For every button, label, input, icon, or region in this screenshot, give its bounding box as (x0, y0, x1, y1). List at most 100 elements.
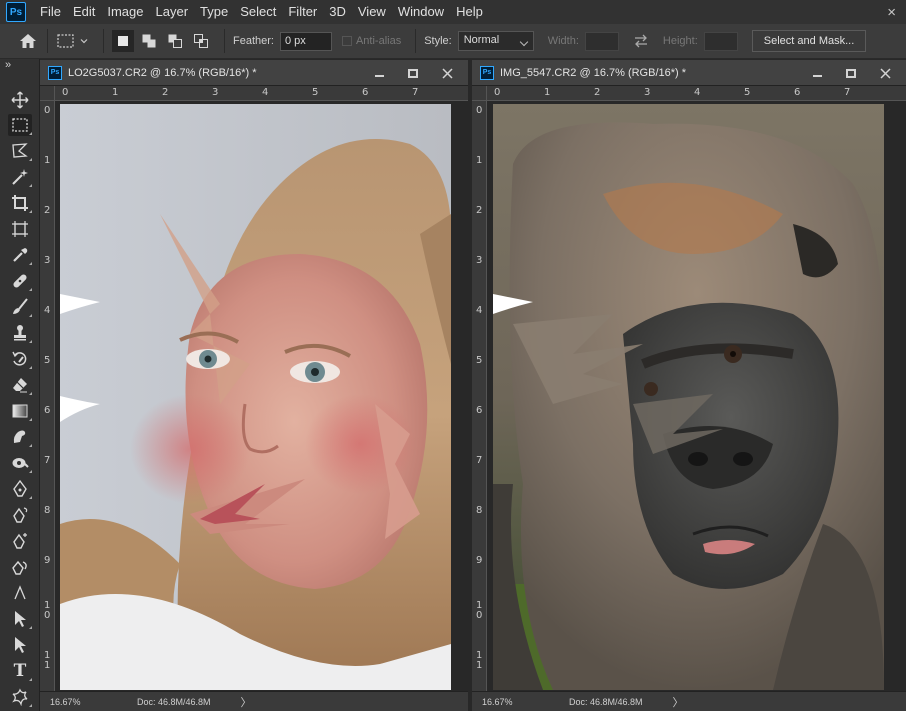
tool-flyout-indicator (29, 418, 32, 421)
intersect-selection-button[interactable] (190, 30, 212, 52)
antialias-checkbox[interactable]: Anti-alias (341, 35, 407, 47)
vertical-ruler[interactable]: 0 1 2 3 4 5 6 7 8 9 1 0 1 1 (472, 101, 487, 691)
antialias-label: Anti-alias (355, 35, 402, 47)
path-selection-tool[interactable] (8, 608, 32, 630)
ruler-origin[interactable] (40, 86, 55, 101)
ruler-label: 0 (476, 105, 483, 116)
lasso-tool[interactable] (8, 140, 32, 162)
rectangular-marquee-tool[interactable] (8, 114, 32, 136)
collapse-panel-button[interactable]: » (5, 59, 11, 71)
eyedropper-icon (13, 248, 28, 262)
minimize-icon (812, 74, 822, 77)
document-window-gorilla[interactable]: Ps IMG_5547.CR2 @ 16.7% (RGB/16*) * 0 1 … (472, 60, 906, 711)
convert-point-tool[interactable] (8, 582, 32, 604)
frame-icon (12, 221, 28, 237)
eraser-tool[interactable] (8, 374, 32, 396)
shape-tool[interactable] (8, 686, 32, 708)
curvature-pen-tool[interactable] (8, 530, 32, 552)
subtract-from-selection-button[interactable] (164, 30, 186, 52)
width-label: Width: (547, 35, 579, 47)
gradient-tool[interactable] (8, 400, 32, 422)
close-button[interactable] (874, 65, 896, 81)
select-and-mask-button[interactable]: Select and Mask... (751, 30, 867, 52)
intersect-selection-icon (194, 34, 208, 48)
move-tool[interactable] (8, 89, 32, 111)
menu-type[interactable]: Type (194, 0, 234, 24)
freeform-pen-icon (13, 507, 28, 523)
status-menu-arrow[interactable]: 〉 (241, 694, 252, 710)
brush-tool[interactable] (8, 296, 32, 318)
minimize-button[interactable] (806, 65, 828, 81)
feather-label: Feather: (233, 35, 274, 47)
menu-3d[interactable]: 3D (323, 0, 352, 24)
move-icon (11, 91, 29, 109)
magic-wand-tool[interactable] (8, 166, 32, 188)
menu-edit[interactable]: Edit (67, 0, 101, 24)
ruler-label: 4 (694, 87, 701, 98)
add-selection-icon (142, 34, 156, 48)
tool-preset-picker[interactable] (56, 32, 89, 50)
status-menu-arrow[interactable]: 〉 (673, 694, 684, 710)
canvas-girl-photo[interactable] (60, 104, 451, 690)
document-window-girl[interactable]: Ps LO2G5037.CR2 @ 16.7% (RGB/16*) * 0 1 … (40, 60, 468, 711)
zoom-level[interactable]: 16.67% (482, 697, 557, 707)
ruler-label: 1 (112, 87, 119, 98)
style-select[interactable]: Normal (457, 31, 534, 51)
history-brush-tool[interactable] (8, 348, 32, 370)
menu-view[interactable]: View (352, 0, 392, 24)
bandage-icon (13, 274, 27, 288)
tool-flyout-indicator (29, 678, 32, 681)
marquee-icon (12, 118, 28, 132)
maximize-button[interactable] (402, 65, 424, 81)
anchor-point-tool[interactable] (8, 556, 32, 578)
horizontal-ruler[interactable]: 0 1 2 3 4 5 6 7 (487, 86, 906, 101)
blur-tool[interactable] (8, 426, 32, 448)
ruler-label: 6 (476, 405, 483, 416)
minimize-button[interactable] (368, 65, 390, 81)
feather-input[interactable]: 0 px (279, 31, 332, 51)
width-input[interactable] (584, 31, 619, 51)
horizontal-ruler[interactable]: 0 1 2 3 4 5 6 7 (55, 86, 468, 101)
ruler-label: 2 (476, 205, 483, 216)
canvas-gorilla-photo[interactable] (493, 104, 884, 690)
new-selection-button[interactable] (112, 30, 134, 52)
vertical-ruler[interactable]: 0 1 2 3 4 5 6 7 8 9 1 0 1 1 (40, 101, 55, 691)
crop-tool[interactable] (8, 192, 32, 214)
maximize-button[interactable] (840, 65, 862, 81)
ruler-origin[interactable] (472, 86, 487, 101)
tool-flyout-indicator (29, 392, 32, 395)
clone-stamp-tool[interactable] (8, 322, 32, 344)
home-button[interactable] (17, 30, 39, 52)
document-tab[interactable]: Ps IMG_5547.CR2 @ 16.7% (RGB/16*) * (472, 60, 906, 86)
menu-file[interactable]: File (34, 0, 67, 24)
ruler-label: 9 (476, 555, 483, 566)
app-close-button[interactable]: × (887, 4, 896, 21)
ruler-label: 6 (362, 87, 369, 98)
maximize-icon (846, 68, 856, 78)
tool-flyout-indicator (29, 132, 32, 135)
close-button[interactable] (436, 65, 458, 81)
dodge-tool[interactable] (8, 452, 32, 474)
pen-tool[interactable] (8, 478, 32, 500)
menu-filter[interactable]: Filter (282, 0, 323, 24)
zoom-level[interactable]: 16.67% (50, 697, 125, 707)
type-tool[interactable]: T (8, 660, 32, 682)
document-tab[interactable]: Ps LO2G5037.CR2 @ 16.7% (RGB/16*) * (40, 60, 468, 86)
frame-tool[interactable] (8, 218, 32, 240)
direct-selection-tool[interactable] (8, 634, 32, 656)
ruler-label: 2 (44, 205, 51, 216)
height-input[interactable] (703, 31, 738, 51)
menu-help[interactable]: Help (450, 0, 489, 24)
photoshop-logo: Ps (6, 2, 26, 22)
add-to-selection-button[interactable] (138, 30, 160, 52)
menu-layer[interactable]: Layer (150, 0, 195, 24)
swap-dimensions-button[interactable] (633, 34, 649, 48)
tool-flyout-indicator (29, 366, 32, 369)
freeform-pen-tool[interactable] (8, 504, 32, 526)
menu-window[interactable]: Window (392, 0, 450, 24)
healing-brush-tool[interactable] (8, 270, 32, 292)
eyedropper-tool[interactable] (8, 244, 32, 266)
tool-flyout-indicator (29, 288, 32, 291)
menu-select[interactable]: Select (234, 0, 282, 24)
menu-image[interactable]: Image (101, 0, 149, 24)
